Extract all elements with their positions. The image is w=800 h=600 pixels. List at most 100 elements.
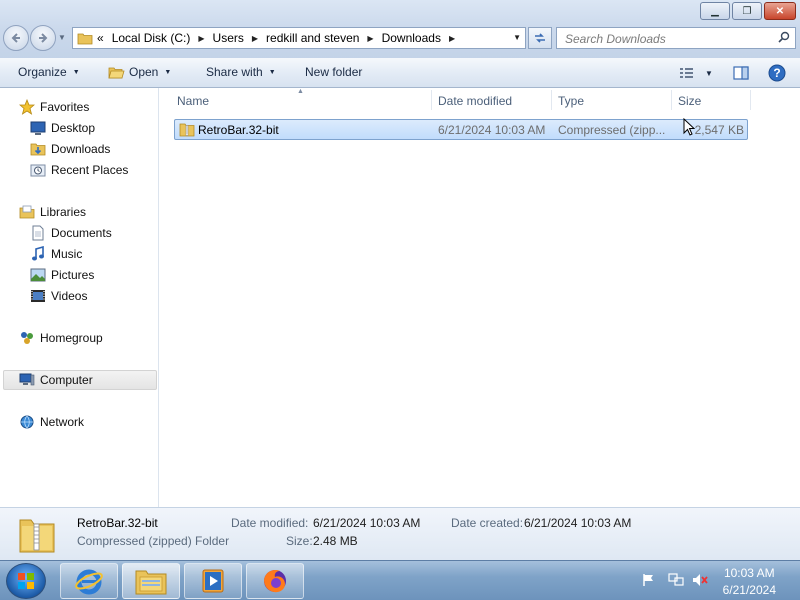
taskbar-firefox[interactable] — [246, 563, 304, 599]
file-name: RetroBar.32-bit — [198, 123, 279, 137]
breadcrumb: Local Disk (C:) ▶ Users ▶ redkill and stev… — [112, 31, 463, 45]
change-view-button[interactable]: ▼ — [676, 63, 716, 83]
refresh-icon — [535, 33, 545, 43]
breadcrumb-separator-icon[interactable]: ▶ — [449, 34, 455, 43]
file-size: 2,547 KB — [694, 123, 744, 137]
breadcrumb-downloads[interactable]: Downloads — [382, 31, 441, 45]
nav-item-libraries[interactable]: Libraries — [19, 202, 86, 222]
title-bar: ▁ ❐ ✕ ▼ « Local Disk (C:) ▶ Users ▶ redkil… — [0, 0, 800, 58]
breadcrumb-separator-icon[interactable]: ▶ — [198, 34, 204, 43]
details-pane: RetroBar.32-bit Compressed (zipped) Fold… — [0, 507, 800, 560]
network-icon — [20, 415, 34, 429]
nav-item-desktop[interactable]: Desktop — [30, 118, 95, 138]
preview-pane-button[interactable] — [730, 63, 752, 83]
start-button[interactable] — [6, 563, 46, 599]
details-file-name: RetroBar.32-bit — [77, 516, 158, 530]
recent-pages-chevron-icon[interactable]: ▼ — [58, 33, 66, 42]
column-label: Date modified — [438, 94, 513, 108]
nav-label: Network — [40, 415, 85, 429]
column-divider[interactable] — [551, 90, 552, 110]
help-icon: ? — [768, 64, 786, 82]
nav-item-downloads[interactable]: Downloads — [30, 139, 110, 159]
back-arrow-icon — [11, 33, 20, 43]
nav-item-music[interactable]: Music — [30, 244, 82, 264]
column-divider[interactable] — [750, 90, 751, 110]
windows-explorer-icon — [135, 570, 167, 595]
breadcrumb-overflow[interactable]: « — [97, 31, 104, 45]
network-tray-icon[interactable] — [668, 573, 684, 590]
pictures-icon — [30, 268, 46, 282]
folder-icon — [77, 33, 93, 45]
mouse-cursor-icon — [683, 118, 696, 136]
nav-label: Music — [51, 247, 83, 261]
column-header-date-modified[interactable]: Date modified — [438, 88, 512, 112]
share-with-label: Share with — [206, 65, 263, 79]
music-icon — [32, 246, 44, 261]
command-bar: Organize ▼ Open ▼ Share with ▼ New folder ▼… — [0, 58, 800, 88]
address-history-chevron-icon[interactable]: ▼ — [513, 33, 521, 42]
search-icon[interactable] — [778, 31, 790, 46]
details-size-label: Size: — [286, 534, 313, 548]
details-date-created: 6/21/2024 10:03 AM — [524, 516, 632, 530]
taskbar-windows-explorer[interactable] — [122, 563, 180, 599]
column-label: Name — [177, 94, 210, 108]
table-row[interactable]: RetroBar.32-bit 6/21/2024 10:03 AM Compr… — [174, 119, 748, 140]
column-header-size[interactable]: Size — [678, 88, 701, 112]
nav-item-homegroup[interactable]: Homegroup — [19, 328, 103, 348]
window-controls: ▁ ❐ ✕ — [700, 2, 796, 20]
nav-item-recent-places[interactable]: Recent Places — [30, 160, 128, 180]
computer-icon — [19, 373, 35, 386]
nav-item-network[interactable]: Network — [19, 412, 84, 432]
new-folder-button[interactable]: New folder — [305, 65, 362, 79]
dropdown-arrow-icon: ▼ — [164, 68, 172, 76]
nav-item-videos[interactable]: Videos — [30, 286, 87, 306]
view-details-icon — [680, 68, 694, 78]
address-bar[interactable]: « Local Disk (C:) ▶ Users ▶ redkill and st… — [72, 27, 526, 49]
navigation-pane: Favorites Desktop Downloads Recent Place… — [0, 88, 159, 507]
action-center-flag-icon[interactable] — [642, 573, 656, 590]
breadcrumb-separator-icon[interactable]: ▶ — [252, 34, 258, 43]
column-divider[interactable] — [671, 90, 672, 110]
open-folder-icon — [108, 67, 125, 79]
forward-button[interactable] — [30, 25, 56, 51]
refresh-button[interactable] — [528, 27, 552, 49]
back-button[interactable] — [3, 25, 29, 51]
file-type: Compressed (zipp... — [558, 123, 666, 137]
taskbar-media-player[interactable] — [184, 563, 242, 599]
column-header-type[interactable]: Type — [558, 88, 584, 112]
nav-item-favorites[interactable]: Favorites — [19, 97, 89, 117]
homegroup-icon — [21, 332, 33, 344]
clock-time: 10:03 AM — [723, 566, 775, 580]
column-divider[interactable] — [431, 90, 432, 110]
nav-item-pictures[interactable]: Pictures — [30, 265, 94, 285]
nav-label: Recent Places — [51, 163, 129, 177]
file-date-modified: 6/21/2024 10:03 AM — [438, 123, 546, 137]
column-header-name[interactable]: Name — [177, 88, 209, 112]
breadcrumb-users[interactable]: Users — [213, 31, 244, 45]
taskbar-internet-explorer[interactable] — [60, 563, 118, 599]
chevron-down-icon: ▼ — [705, 68, 713, 78]
close-button[interactable]: ✕ — [764, 2, 796, 20]
breadcrumb-separator-icon[interactable]: ▶ — [367, 34, 373, 43]
dropdown-arrow-icon: ▼ — [268, 68, 276, 76]
help-button[interactable]: ? — [766, 63, 788, 83]
search-input[interactable]: Search Downloads — [556, 27, 796, 49]
open-button[interactable]: Open ▼ — [108, 65, 171, 79]
minimize-button[interactable]: ▁ — [700, 2, 730, 20]
libraries-icon — [19, 205, 35, 219]
maximize-button[interactable]: ❐ — [732, 2, 762, 20]
details-date-created-label: Date created: — [451, 516, 524, 530]
overflow-label: « — [97, 31, 104, 45]
nav-item-documents[interactable]: Documents — [30, 223, 112, 243]
system-clock[interactable]: 10:03 AM 6/21/2024 — [723, 565, 776, 599]
nav-label: Downloads — [51, 142, 111, 156]
column-label: Size — [678, 94, 702, 108]
details-date-modified: 6/21/2024 10:03 AM — [313, 516, 421, 530]
breadcrumb-local-disk[interactable]: Local Disk (C:) — [112, 31, 191, 45]
volume-muted-icon[interactable] — [692, 573, 708, 590]
share-with-button[interactable]: Share with ▼ — [206, 65, 276, 79]
windows-logo-icon — [18, 573, 34, 589]
breadcrumb-user-folder[interactable]: redkill and steven — [266, 31, 359, 45]
organize-button[interactable]: Organize ▼ — [18, 65, 80, 79]
nav-item-computer[interactable]: Computer — [3, 370, 157, 390]
